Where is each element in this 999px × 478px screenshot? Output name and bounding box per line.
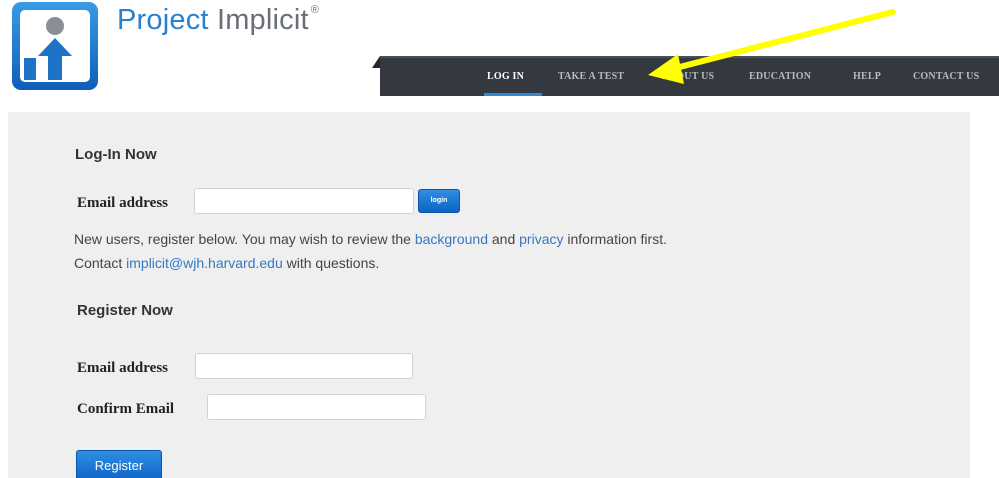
page-root: Project Implicit ® LOG IN TAKE A TEST ABO… [0,0,999,478]
nav-item-education[interactable]: EDUCATION [749,71,811,82]
register-email-input[interactable] [195,353,413,379]
nav-fold-decoration [372,56,380,68]
main-nav-bar: LOG IN TAKE A TEST ABOUT US EDUCATION HE… [380,56,999,96]
site-logo-text[interactable]: Project Implicit ® [117,4,319,37]
registered-mark: ® [310,4,320,16]
contact-info-line: Contact implicit@wjh.harvard.edu with qu… [74,255,379,271]
info-line1-middle: and [488,231,520,247]
register-info-line: New users, register below. You may wish … [74,231,667,247]
background-link[interactable]: background [415,231,488,247]
contact-email-link[interactable]: implicit@wjh.harvard.edu [126,255,283,271]
project-implicit-logo-icon[interactable] [10,0,100,92]
nav-items: LOG IN TAKE A TEST ABOUT US EDUCATION HE… [380,58,999,96]
info-line2-suffix: with questions. [282,255,380,271]
register-heading: Register Now [77,302,173,319]
confirm-email-label: Confirm Email [77,401,175,417]
login-heading: Log-In Now [75,146,157,163]
logo-word-implicit: Implicit [216,4,309,36]
privacy-link[interactable]: privacy [519,231,563,247]
login-email-input[interactable] [194,188,414,214]
nav-item-log-in[interactable]: LOG IN [487,71,524,82]
nav-item-about-us[interactable]: ABOUT US [662,71,714,82]
nav-active-underline [484,93,542,96]
nav-item-contact-us[interactable]: CONTACT US [913,71,979,82]
info-line1-suffix: information first. [563,231,667,247]
confirm-email-input[interactable] [207,394,426,420]
login-button[interactable]: login [418,189,460,213]
info-line2-prefix: Contact [74,255,127,271]
nav-item-help[interactable]: HELP [853,71,881,82]
register-email-label: Email address [77,360,168,376]
register-button[interactable]: Register [76,450,162,478]
nav-item-take-a-test[interactable]: TAKE A TEST [558,71,624,82]
login-register-panel: Log-In Now Email address login New users… [8,112,970,478]
logo-word-project: Project [117,4,209,36]
info-line1-prefix: New users, register below. You may wish … [74,231,415,247]
login-email-label: Email address [77,195,168,211]
